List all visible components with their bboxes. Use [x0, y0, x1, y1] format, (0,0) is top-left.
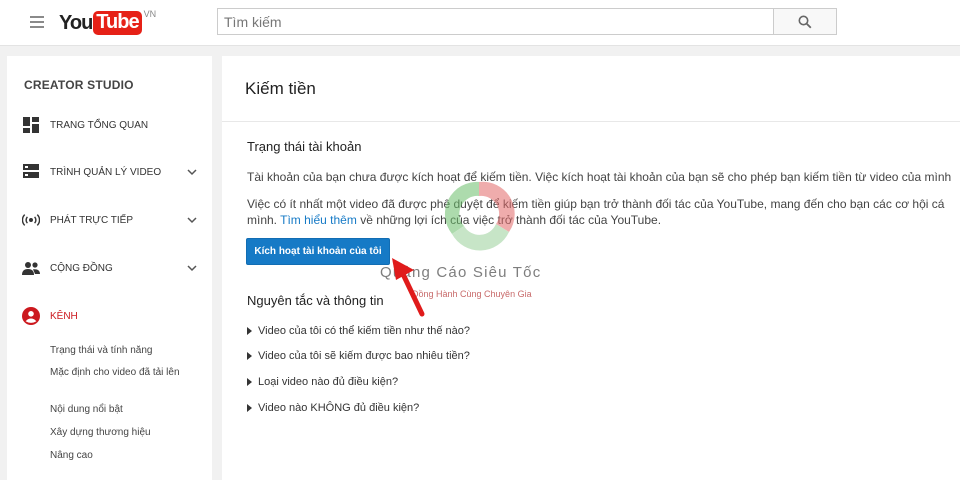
sidebar-subitem-status-features[interactable]: Trạng thái và tính năng — [50, 344, 190, 357]
learn-more-link[interactable]: Tìm hiểu thêm — [280, 213, 357, 227]
page-title: Kiếm tiền — [245, 79, 316, 98]
live-broadcast-icon — [22, 211, 40, 229]
channel-icon — [22, 307, 40, 325]
sidebar-subitem-featured-content[interactable]: Nội dung nổi bật — [50, 403, 190, 416]
faq-item[interactable]: Video của tôi có thể kiếm tiền như thế n… — [247, 325, 470, 337]
sidebar-subitem-advanced[interactable]: Nâng cao — [50, 449, 190, 462]
account-status-heading: Trạng thái tài khoản — [247, 139, 362, 154]
sidebar-item-dashboard[interactable]: TRANG TỔNG QUAN — [7, 113, 212, 137]
search-box — [217, 8, 773, 35]
logo-tube-text: Tube — [93, 11, 142, 35]
sidebar-item-live-streaming[interactable]: PHÁT TRỰC TIẾP — [7, 208, 212, 232]
faq-item[interactable]: Video của tôi sẽ kiếm được bao nhiêu tiề… — [247, 350, 470, 362]
community-icon — [22, 259, 40, 277]
sidebar-item-label: CỘNG ĐỒNG — [50, 262, 113, 274]
youtube-logo[interactable]: You Tube VN — [59, 9, 157, 35]
faq-item[interactable]: Loại video nào đủ điều kiện? — [247, 376, 398, 388]
logo-you-text: You — [59, 12, 93, 34]
chevron-down-icon[interactable] — [185, 213, 199, 227]
search-input[interactable] — [218, 9, 773, 34]
sidebar-item-label: TRÌNH QUẢN LÝ VIDEO — [50, 166, 162, 178]
info-text-line2-end: về những lợi ích của việc trở thành đối … — [360, 213, 662, 227]
monetization-info-text: Việc có ít nhất một video đã được phê du… — [247, 196, 960, 228]
expand-triangle-icon — [247, 378, 252, 386]
expand-triangle-icon — [247, 352, 252, 360]
red-arrow-annotation-icon — [392, 258, 425, 317]
sidebar-item-label: KÊNH — [50, 310, 78, 322]
chevron-down-icon[interactable] — [185, 261, 199, 275]
faq-item-label: Video của tôi sẽ kiếm được bao nhiêu tiề… — [258, 350, 470, 362]
divider — [222, 121, 960, 122]
info-text-line1: Việc có ít nhất một video đã được phê du… — [247, 197, 945, 211]
main-content: Kiếm tiền Trạng thái tài khoản Tài khoản… — [222, 56, 960, 480]
guidelines-heading: Nguyên tắc và thông tin — [247, 293, 384, 308]
sidebar-subitem-upload-defaults[interactable]: Mặc định cho video đã tải lên — [50, 366, 190, 379]
sidebar-title: CREATOR STUDIO — [24, 78, 134, 92]
info-text-line2-start: mình. — [247, 213, 278, 227]
dashboard-icon — [22, 116, 40, 134]
creator-studio-sidebar: CREATOR STUDIO TRANG TỔNG QUAN TRÌNH QUẢ… — [7, 56, 212, 480]
sidebar-item-label: TRANG TỔNG QUAN — [50, 119, 149, 131]
faq-item[interactable]: Video nào KHÔNG đủ điều kiện? — [247, 402, 419, 414]
sidebar-item-label: PHÁT TRỰC TIẾP — [50, 214, 134, 226]
faq-item-label: Loại video nào đủ điều kiện? — [258, 376, 399, 388]
sidebar-item-video-manager[interactable]: TRÌNH QUẢN LÝ VIDEO — [7, 160, 212, 184]
video-manager-icon — [22, 163, 40, 181]
expand-triangle-icon — [247, 327, 252, 335]
search-icon — [798, 15, 812, 28]
menu-icon[interactable] — [30, 16, 44, 28]
account-status-text: Tài khoản của bạn chưa được kích hoạt để… — [247, 170, 952, 184]
sidebar-item-channel[interactable]: KÊNH — [7, 304, 212, 328]
search-button[interactable] — [773, 8, 837, 35]
expand-triangle-icon — [247, 404, 252, 412]
activate-account-button[interactable]: Kích hoạt tài khoản của tôi — [246, 238, 390, 265]
faq-item-label: Video nào KHÔNG đủ điều kiện? — [258, 402, 420, 414]
logo-country-code: VN — [143, 9, 157, 19]
sidebar-subitem-branding[interactable]: Xây dựng thương hiệu — [50, 426, 190, 439]
faq-item-label: Video của tôi có thể kiếm tiền như thế n… — [258, 325, 471, 337]
chevron-down-icon[interactable] — [185, 165, 199, 179]
sidebar-item-community[interactable]: CỘNG ĐỒNG — [7, 256, 212, 280]
masthead: You Tube VN — [0, 0, 960, 46]
